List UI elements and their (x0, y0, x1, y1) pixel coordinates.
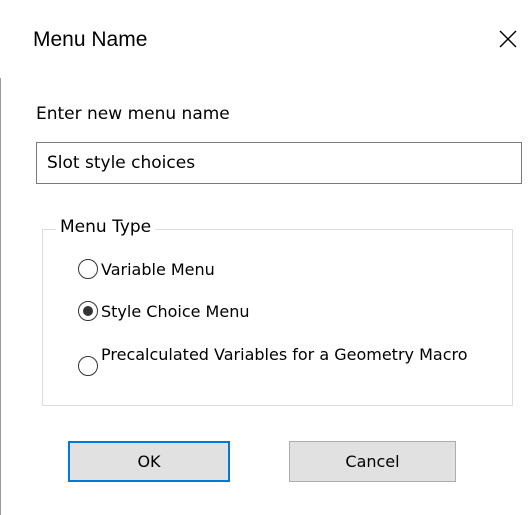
close-icon (499, 30, 517, 48)
radio-variable-menu[interactable]: Variable Menu (78, 259, 215, 280)
menu-type-label: Menu Type (56, 216, 156, 238)
radio-button-selected[interactable] (78, 301, 98, 321)
radio-style-choice-menu[interactable]: Style Choice Menu (78, 301, 249, 322)
radio-precalculated-variables[interactable]: Precalculated Variables for a Geometry M… (78, 345, 481, 376)
radio-label: Variable Menu (101, 260, 215, 279)
radio-selected-dot (83, 306, 93, 316)
ok-button[interactable]: OK (68, 441, 230, 482)
title-bar[interactable]: Menu Name (0, 0, 531, 78)
radio-button[interactable] (78, 356, 98, 376)
cancel-button[interactable]: Cancel (289, 441, 456, 482)
menu-name-prompt: Enter new menu name (36, 104, 230, 124)
menu-name-input[interactable] (36, 142, 522, 184)
close-button[interactable] (485, 16, 531, 62)
dialog-title: Menu Name (33, 28, 148, 51)
window-edge (0, 78, 1, 515)
menu-name-dialog: Menu Name Enter new menu name Menu Type … (0, 0, 531, 515)
radio-label: Style Choice Menu (101, 302, 250, 321)
radio-button[interactable] (78, 259, 98, 279)
radio-label: Precalculated Variables for a Geometry M… (101, 345, 468, 364)
